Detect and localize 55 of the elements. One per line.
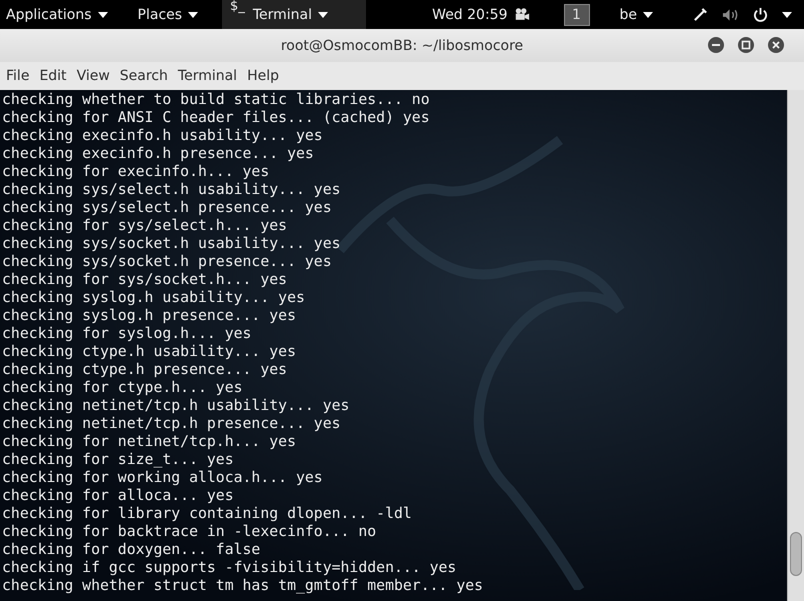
caret-icon — [98, 12, 108, 18]
terminal-line: checking for ctype.h... yes — [2, 379, 244, 397]
keyboard-layout-menu[interactable]: be — [614, 0, 659, 29]
menu-item[interactable]: File — [1, 68, 34, 84]
power-icon[interactable] — [753, 7, 768, 22]
terminal-line: checking ctype.h presence... yes — [2, 361, 288, 379]
terminal-line: checking for netinet/tcp.h... yes — [2, 433, 297, 451]
terminal-line: checking netinet/tcp.h usability... yes — [2, 397, 350, 415]
terminal-line: checking whether struct tm has tm_gmtoff member... yes — [2, 577, 484, 595]
camera-icon[interactable] — [514, 8, 530, 21]
caret-icon — [643, 12, 653, 18]
applications-menu[interactable]: Applications — [0, 0, 114, 29]
caret-icon — [188, 12, 198, 18]
terminal-line: checking for ANSI C header files... (cached) yes — [2, 109, 431, 127]
terminal-line: checking sys/select.h presence... yes — [2, 199, 333, 217]
pen-icon[interactable] — [693, 7, 708, 22]
menu-item[interactable]: Edit — [34, 68, 72, 84]
terminal-line: checking for sys/socket.h... yes — [2, 271, 288, 289]
terminal-app-menu[interactable]: $_ Terminal — [222, 0, 366, 29]
terminal-line: checking sys/socket.h presence... yes — [2, 253, 333, 271]
terminal-line: checking netinet/tcp.h presence... yes — [2, 415, 342, 433]
close-icon[interactable] — [768, 37, 784, 53]
menu-item[interactable]: View — [72, 68, 115, 84]
terminal-line: checking for alloca... yes — [2, 487, 235, 505]
terminal-line: checking for doxygen... false — [2, 541, 262, 559]
volume-icon[interactable] — [722, 8, 739, 22]
menu-item[interactable]: Help — [242, 68, 284, 84]
terminal-line: checking syslog.h presence... yes — [2, 307, 297, 325]
terminal-line: checking sys/socket.h usability... yes — [2, 235, 342, 253]
terminal-line: checking for working alloca.h... yes — [2, 469, 324, 487]
terminal-line: checking syslog.h usability... yes — [2, 289, 306, 307]
terminal-line: checking ctype.h usability... yes — [2, 343, 297, 361]
menu-item[interactable]: Search — [114, 68, 173, 84]
terminal-line: checking for library containing dlopen... -ldl — [2, 505, 413, 523]
menu-item[interactable]: Terminal — [172, 68, 242, 84]
terminal-line: checking for syslog.h... yes — [2, 325, 252, 343]
terminal-line: checking execinfo.h presence... yes — [2, 145, 315, 163]
workspace-indicator[interactable]: 1 — [564, 4, 590, 26]
terminal-line: checking execinfo.h usability... yes — [2, 127, 324, 145]
maximize-icon[interactable] — [738, 37, 754, 53]
places-menu[interactable]: Places — [132, 0, 204, 29]
scrollbar[interactable] — [787, 90, 804, 601]
scrollbar-thumb[interactable] — [790, 532, 802, 576]
minimize-icon[interactable] — [708, 37, 724, 53]
caret-icon[interactable] — [782, 12, 792, 18]
terminal-line: checking for sys/select.h... yes — [2, 217, 288, 235]
caret-icon — [318, 12, 328, 18]
terminal-line: checking for size_t... yes — [2, 451, 235, 469]
terminal-line: checking for backtrace in -lexecinfo... no — [2, 523, 378, 541]
terminal-line: checking sys/select.h usability... yes — [2, 181, 342, 199]
window-title: root@OsmocomBB: ~/libosmocore — [280, 38, 524, 54]
clock[interactable]: Wed 20:59 — [426, 0, 514, 29]
terminal-line: checking whether to build static libraries... no — [2, 91, 431, 109]
terminal-line: checking for execinfo.h... yes — [2, 163, 270, 181]
terminal-line: checking if gcc supports -fvisibility=hidden... yes — [2, 559, 458, 577]
